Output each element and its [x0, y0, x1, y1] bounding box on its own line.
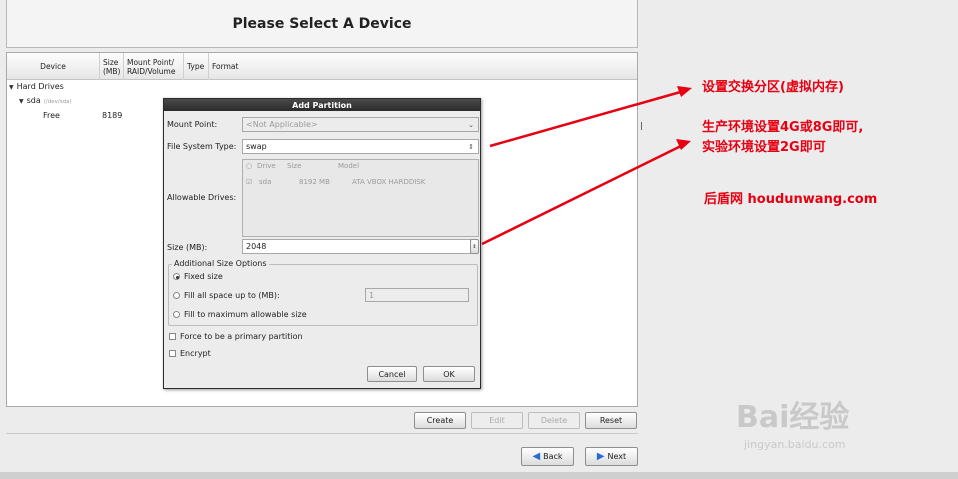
baidu-logo: Bai经验: [736, 400, 850, 435]
bottom-strip: [0, 472, 958, 479]
annotation-size-line1: 生产环境设置4G或8G即可,: [702, 120, 864, 135]
annotation-swap: 设置交换分区(虚拟内存): [702, 80, 844, 95]
arrow-to-fs-type: [489, 89, 685, 148]
arrow-to-size: [481, 143, 684, 246]
annotation-size-line2: 实验环境设置2G即可: [702, 140, 826, 155]
watermark-url: jingyan.baidu.com: [744, 438, 846, 451]
annotation-site: 后盾网 houdunwang.com: [704, 192, 878, 207]
arrowhead-icon: [677, 86, 692, 97]
